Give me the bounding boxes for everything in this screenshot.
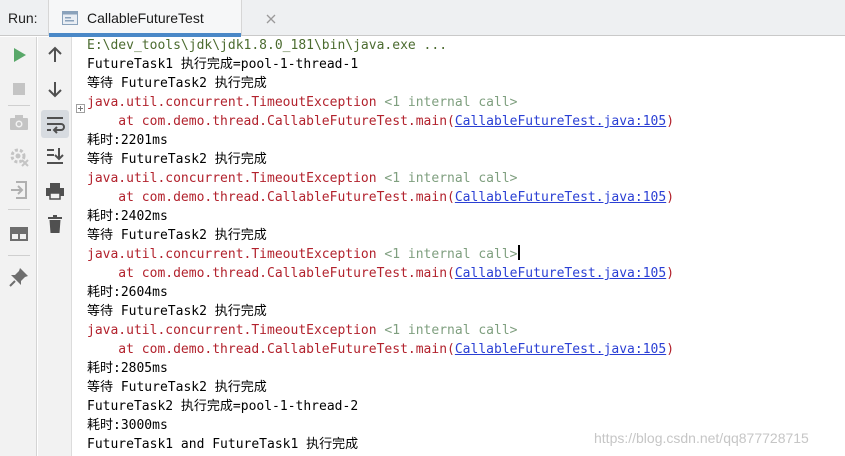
stack-trace-line: at com.demo.thread.CallableFutureTest.ma…	[87, 264, 674, 283]
exception-name: java.util.concurrent.TimeoutException	[87, 171, 377, 186]
stack-trace-line: at com.demo.thread.CallableFutureTest.ma…	[87, 112, 674, 131]
stack-frame-end: )	[666, 114, 675, 129]
elapsed-time: 耗时:2805ms	[87, 361, 168, 376]
internal-call-fold[interactable]: <1 internal call>	[384, 95, 517, 110]
elapsed-time: 耗时:2402ms	[87, 209, 168, 224]
stack-trace-line: at com.demo.thread.CallableFutureTest.ma…	[87, 188, 674, 207]
console-output[interactable]: E:\dev_tools\jdk\jdk1.8.0_181\bin\java.e…	[72, 37, 845, 456]
elapsed-time: 耗时:2201ms	[87, 133, 168, 148]
tab-callable-future-test[interactable]: CallableFutureTest	[48, 0, 276, 37]
rerun-button[interactable]	[7, 43, 31, 67]
restore-layout-button[interactable]	[7, 222, 31, 246]
console-icon	[62, 10, 78, 25]
exception-line: java.util.concurrent.TimeoutException <1…	[87, 321, 517, 340]
exception-name: java.util.concurrent.TimeoutException	[87, 323, 377, 338]
internal-call-fold[interactable]: <1 internal call>	[384, 323, 517, 338]
next-occurrence-button[interactable]	[43, 77, 67, 101]
expand-icon[interactable]	[76, 98, 85, 113]
pin-icon	[7, 265, 31, 289]
exception-name: java.util.concurrent.TimeoutException	[87, 95, 377, 110]
source-link[interactable]: CallableFutureTest.java:105	[455, 342, 666, 357]
pin-tab-button[interactable]	[7, 265, 31, 289]
arrow-up-icon	[43, 43, 67, 67]
watermark: https://blog.csdn.net/qq877728715	[594, 430, 809, 446]
toolbar-separator	[8, 209, 30, 210]
settings-icon	[7, 145, 31, 169]
stack-frame-end: )	[666, 266, 675, 281]
run-icon	[7, 43, 31, 67]
source-link[interactable]: CallableFutureTest.java:105	[455, 114, 666, 129]
console-line: 等待 FutureTask2 执行完成	[87, 380, 267, 395]
soft-wrap-button[interactable]	[41, 110, 69, 138]
scroll-to-end-button[interactable]	[43, 144, 67, 168]
exception-line: java.util.concurrent.TimeoutException <1…	[87, 169, 517, 188]
elapsed-time: 耗时:3000ms	[87, 418, 168, 433]
run-tool-window-header: Run: CallableFutureTest	[0, 0, 845, 37]
stack-frame-end: )	[666, 342, 675, 357]
console-line: FutureTask1 and FutureTask1 执行完成	[87, 437, 359, 452]
print-icon	[43, 179, 67, 203]
console-line: 等待 FutureTask2 执行完成	[87, 228, 267, 243]
soft-wrap-icon	[41, 110, 69, 138]
source-link[interactable]: CallableFutureTest.java:105	[455, 190, 666, 205]
trash-icon	[43, 212, 67, 236]
exit-icon	[7, 178, 31, 202]
console-line: FutureTask2 执行完成=pool-1-thread-2	[87, 399, 359, 414]
camera-icon	[7, 110, 31, 134]
run-actions-toolbar	[0, 37, 37, 456]
text-cursor	[518, 245, 521, 260]
clear-all-button[interactable]	[43, 212, 67, 236]
stack-frame: at com.demo.thread.CallableFutureTest.ma…	[87, 266, 455, 281]
console-line: 等待 FutureTask2 执行完成	[87, 304, 267, 319]
stack-trace-line: at com.demo.thread.CallableFutureTest.ma…	[87, 340, 674, 359]
scroll-to-end-icon	[43, 144, 67, 168]
layout-icon	[7, 222, 31, 246]
exit-button[interactable]	[7, 178, 31, 202]
internal-call-fold[interactable]: <1 internal call>	[384, 171, 517, 186]
console-actions-toolbar	[38, 37, 72, 456]
console-line: FutureTask1 执行完成=pool-1-thread-1	[87, 57, 359, 72]
toolbar-separator	[8, 255, 30, 256]
arrow-down-icon	[43, 77, 67, 101]
previous-occurrence-button[interactable]	[43, 43, 67, 67]
run-label: Run:	[8, 10, 38, 26]
print-button[interactable]	[43, 179, 67, 203]
stack-frame: at com.demo.thread.CallableFutureTest.ma…	[87, 190, 455, 205]
stack-frame: at com.demo.thread.CallableFutureTest.ma…	[87, 114, 455, 129]
close-icon[interactable]	[265, 10, 277, 24]
exception-line: java.util.concurrent.TimeoutException <1…	[87, 93, 517, 112]
exception-name: java.util.concurrent.TimeoutException	[87, 247, 377, 262]
stack-frame-end: )	[666, 190, 675, 205]
tab-title: CallableFutureTest	[87, 10, 204, 26]
dump-threads-button[interactable]	[7, 110, 31, 134]
settings-button[interactable]	[7, 145, 31, 169]
console-command-line: E:\dev_tools\jdk\jdk1.8.0_181\bin\java.e…	[87, 38, 448, 53]
stop-icon	[7, 77, 31, 101]
console-line: 等待 FutureTask2 执行完成	[87, 152, 267, 167]
elapsed-time: 耗时:2604ms	[87, 285, 168, 300]
stack-frame: at com.demo.thread.CallableFutureTest.ma…	[87, 342, 455, 357]
toolbar-separator	[8, 105, 30, 106]
internal-call-fold[interactable]: <1 internal call>	[384, 247, 517, 262]
source-link[interactable]: CallableFutureTest.java:105	[455, 266, 666, 281]
stop-button[interactable]	[7, 77, 31, 101]
exception-line: java.util.concurrent.TimeoutException <1…	[87, 245, 521, 264]
console-line: 等待 FutureTask2 执行完成	[87, 76, 267, 91]
